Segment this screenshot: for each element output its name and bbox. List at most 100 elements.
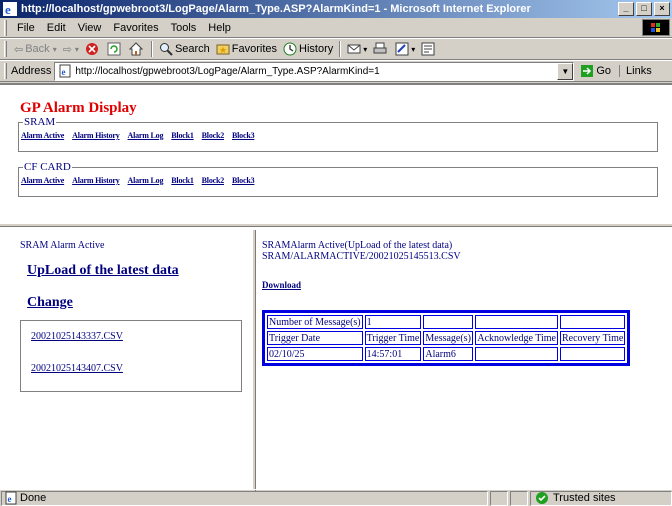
addressbar-grip[interactable]: [4, 63, 7, 79]
left-frame-title: SRAM Alarm Active: [20, 240, 105, 251]
cfcard-link-alarm-history[interactable]: Alarm History: [72, 176, 120, 185]
go-label: Go: [596, 65, 612, 77]
top-frame: GP Alarm Display SRAM Alarm Active Alarm…: [0, 85, 672, 227]
history-icon: [283, 42, 297, 56]
table-row: 02/10/25 14:57:01 Alarm6: [267, 347, 626, 361]
close-button[interactable]: ×: [654, 2, 670, 16]
discuss-button[interactable]: [418, 42, 440, 56]
sram-link-alarm-log[interactable]: Alarm Log: [128, 131, 164, 140]
alarm-message-table: Number of Message(s) 1 Trigger Date Trig…: [262, 310, 631, 366]
address-dropdown-icon[interactable]: ▼: [557, 62, 574, 80]
refresh-button[interactable]: [104, 42, 126, 56]
cfcard-link-block2[interactable]: Block2: [202, 176, 225, 185]
sram-link-block2[interactable]: Block2: [202, 131, 225, 140]
home-button[interactable]: [126, 42, 148, 56]
sram-legend: SRAM: [23, 116, 57, 128]
restore-button[interactable]: □: [636, 2, 652, 16]
empty-cell: [559, 315, 626, 329]
stop-button[interactable]: [82, 42, 104, 56]
change-link[interactable]: Change: [27, 295, 73, 311]
back-button[interactable]: ⇦ Back ▾: [11, 43, 60, 56]
empty-cell: [475, 315, 558, 329]
menu-favorites[interactable]: Favorites: [107, 22, 164, 34]
svg-text:e: e: [8, 494, 12, 504]
links-button[interactable]: Links: [619, 65, 652, 77]
right-title-line2: SRAM/ALARMACTIVE/20021025145513.CSV: [262, 251, 461, 262]
page-done-icon: e: [5, 491, 17, 505]
sram-link-alarm-active[interactable]: Alarm Active: [21, 131, 64, 140]
cell-message: Alarm6: [423, 347, 474, 361]
left-frame: SRAM Alarm Active UpLoad of the latest d…: [0, 230, 256, 491]
status-cell: [510, 490, 528, 506]
sram-link-block3[interactable]: Block3: [232, 131, 255, 140]
count-value-cell: 1: [364, 315, 422, 329]
status-cell: [490, 490, 508, 506]
sram-link-block1[interactable]: Block1: [171, 131, 194, 140]
minimize-button[interactable]: _: [618, 2, 634, 16]
menubar-grip[interactable]: [4, 19, 7, 36]
standard-toolbar: ⇦ Back ▾ ⇨ ▾ Search Favorites History ▾ …: [0, 38, 672, 60]
history-button[interactable]: History: [280, 42, 336, 56]
home-icon: [128, 42, 143, 56]
sram-fieldset: SRAM Alarm Active Alarm History Alarm Lo…: [18, 116, 658, 152]
dropdown-arrow-icon: ▾: [74, 44, 79, 54]
sram-link-alarm-history[interactable]: Alarm History: [72, 131, 120, 140]
menu-edit[interactable]: Edit: [41, 22, 72, 34]
status-main: e Done: [1, 490, 488, 506]
menu-file[interactable]: File: [11, 22, 41, 34]
menu-help[interactable]: Help: [202, 22, 237, 34]
toolbar-grip[interactable]: [4, 41, 7, 57]
address-input[interactable]: e http://localhost/gpwebroot3/LogPage/Al…: [54, 61, 575, 81]
window-title: http://localhost/gpwebroot3/LogPage/Alar…: [21, 3, 531, 15]
count-label-cell: Number of Message(s): [267, 315, 363, 329]
security-zone: Trusted sites: [530, 490, 672, 506]
svg-text:e: e: [5, 2, 11, 16]
toolbar-separator: [339, 41, 342, 57]
address-bar: Address e http://localhost/gpwebroot3/Lo…: [0, 60, 672, 82]
svg-text:e: e: [62, 67, 66, 77]
cfcard-link-alarm-active[interactable]: Alarm Active: [21, 176, 64, 185]
page-content: GP Alarm Display SRAM Alarm Active Alarm…: [0, 83, 672, 491]
back-arrow-icon: ⇦: [14, 43, 24, 56]
cfcard-link-alarm-log[interactable]: Alarm Log: [128, 176, 164, 185]
print-icon: [373, 42, 387, 54]
forward-button[interactable]: ⇨ ▾: [60, 43, 82, 56]
favorites-folder-icon: [216, 44, 230, 55]
discuss-icon: [421, 42, 435, 56]
dropdown-arrow-icon: ▾: [52, 44, 57, 54]
dropdown-arrow-icon: ▾: [363, 44, 368, 54]
go-button[interactable]: Go: [580, 64, 611, 78]
menu-view[interactable]: View: [72, 22, 108, 34]
right-frame-title: SRAMAlarm Active(UpLoad of the latest da…: [262, 240, 461, 262]
cell-trigger-date: 02/10/25: [267, 347, 363, 361]
menu-tools[interactable]: Tools: [165, 22, 203, 34]
search-button[interactable]: Search: [156, 42, 213, 56]
cfcard-link-block1[interactable]: Block1: [171, 176, 194, 185]
menu-bar: File Edit View Favorites Tools Help: [0, 18, 672, 38]
status-bar: e Done Trusted sites: [0, 489, 672, 506]
table-header-row: Trigger Date Trigger Time Message(s) Ack…: [267, 331, 626, 345]
edit-button[interactable]: ▾: [392, 42, 418, 56]
print-button[interactable]: [370, 42, 392, 56]
status-text: Done: [20, 492, 47, 504]
file-link[interactable]: 20021025143337.CSV: [31, 331, 123, 342]
cfcard-link-block3[interactable]: Block3: [232, 176, 255, 185]
search-label: Search: [174, 43, 210, 55]
file-link[interactable]: 20021025143407.CSV: [31, 363, 123, 374]
cfcard-legend: CF CARD: [23, 161, 72, 173]
toolbar-separator: [150, 41, 153, 57]
favorites-button[interactable]: Favorites: [213, 42, 280, 56]
cell-acknowledge-time: [475, 347, 558, 361]
upload-latest-link[interactable]: UpLoad of the latest data: [27, 263, 179, 279]
mail-button[interactable]: ▾: [344, 42, 370, 56]
favorites-label: Favorites: [231, 43, 278, 55]
address-label: Address: [11, 65, 52, 77]
page-icon: e: [59, 64, 71, 78]
mail-icon: [347, 44, 361, 54]
refresh-icon: [107, 42, 121, 56]
cell-trigger-time: 14:57:01: [364, 347, 422, 361]
edit-icon: [395, 42, 409, 56]
download-link[interactable]: Download: [262, 280, 301, 290]
right-title-line1: SRAMAlarm Active(UpLoad of the latest da…: [262, 240, 453, 251]
forward-arrow-icon: ⇨: [62, 43, 72, 56]
